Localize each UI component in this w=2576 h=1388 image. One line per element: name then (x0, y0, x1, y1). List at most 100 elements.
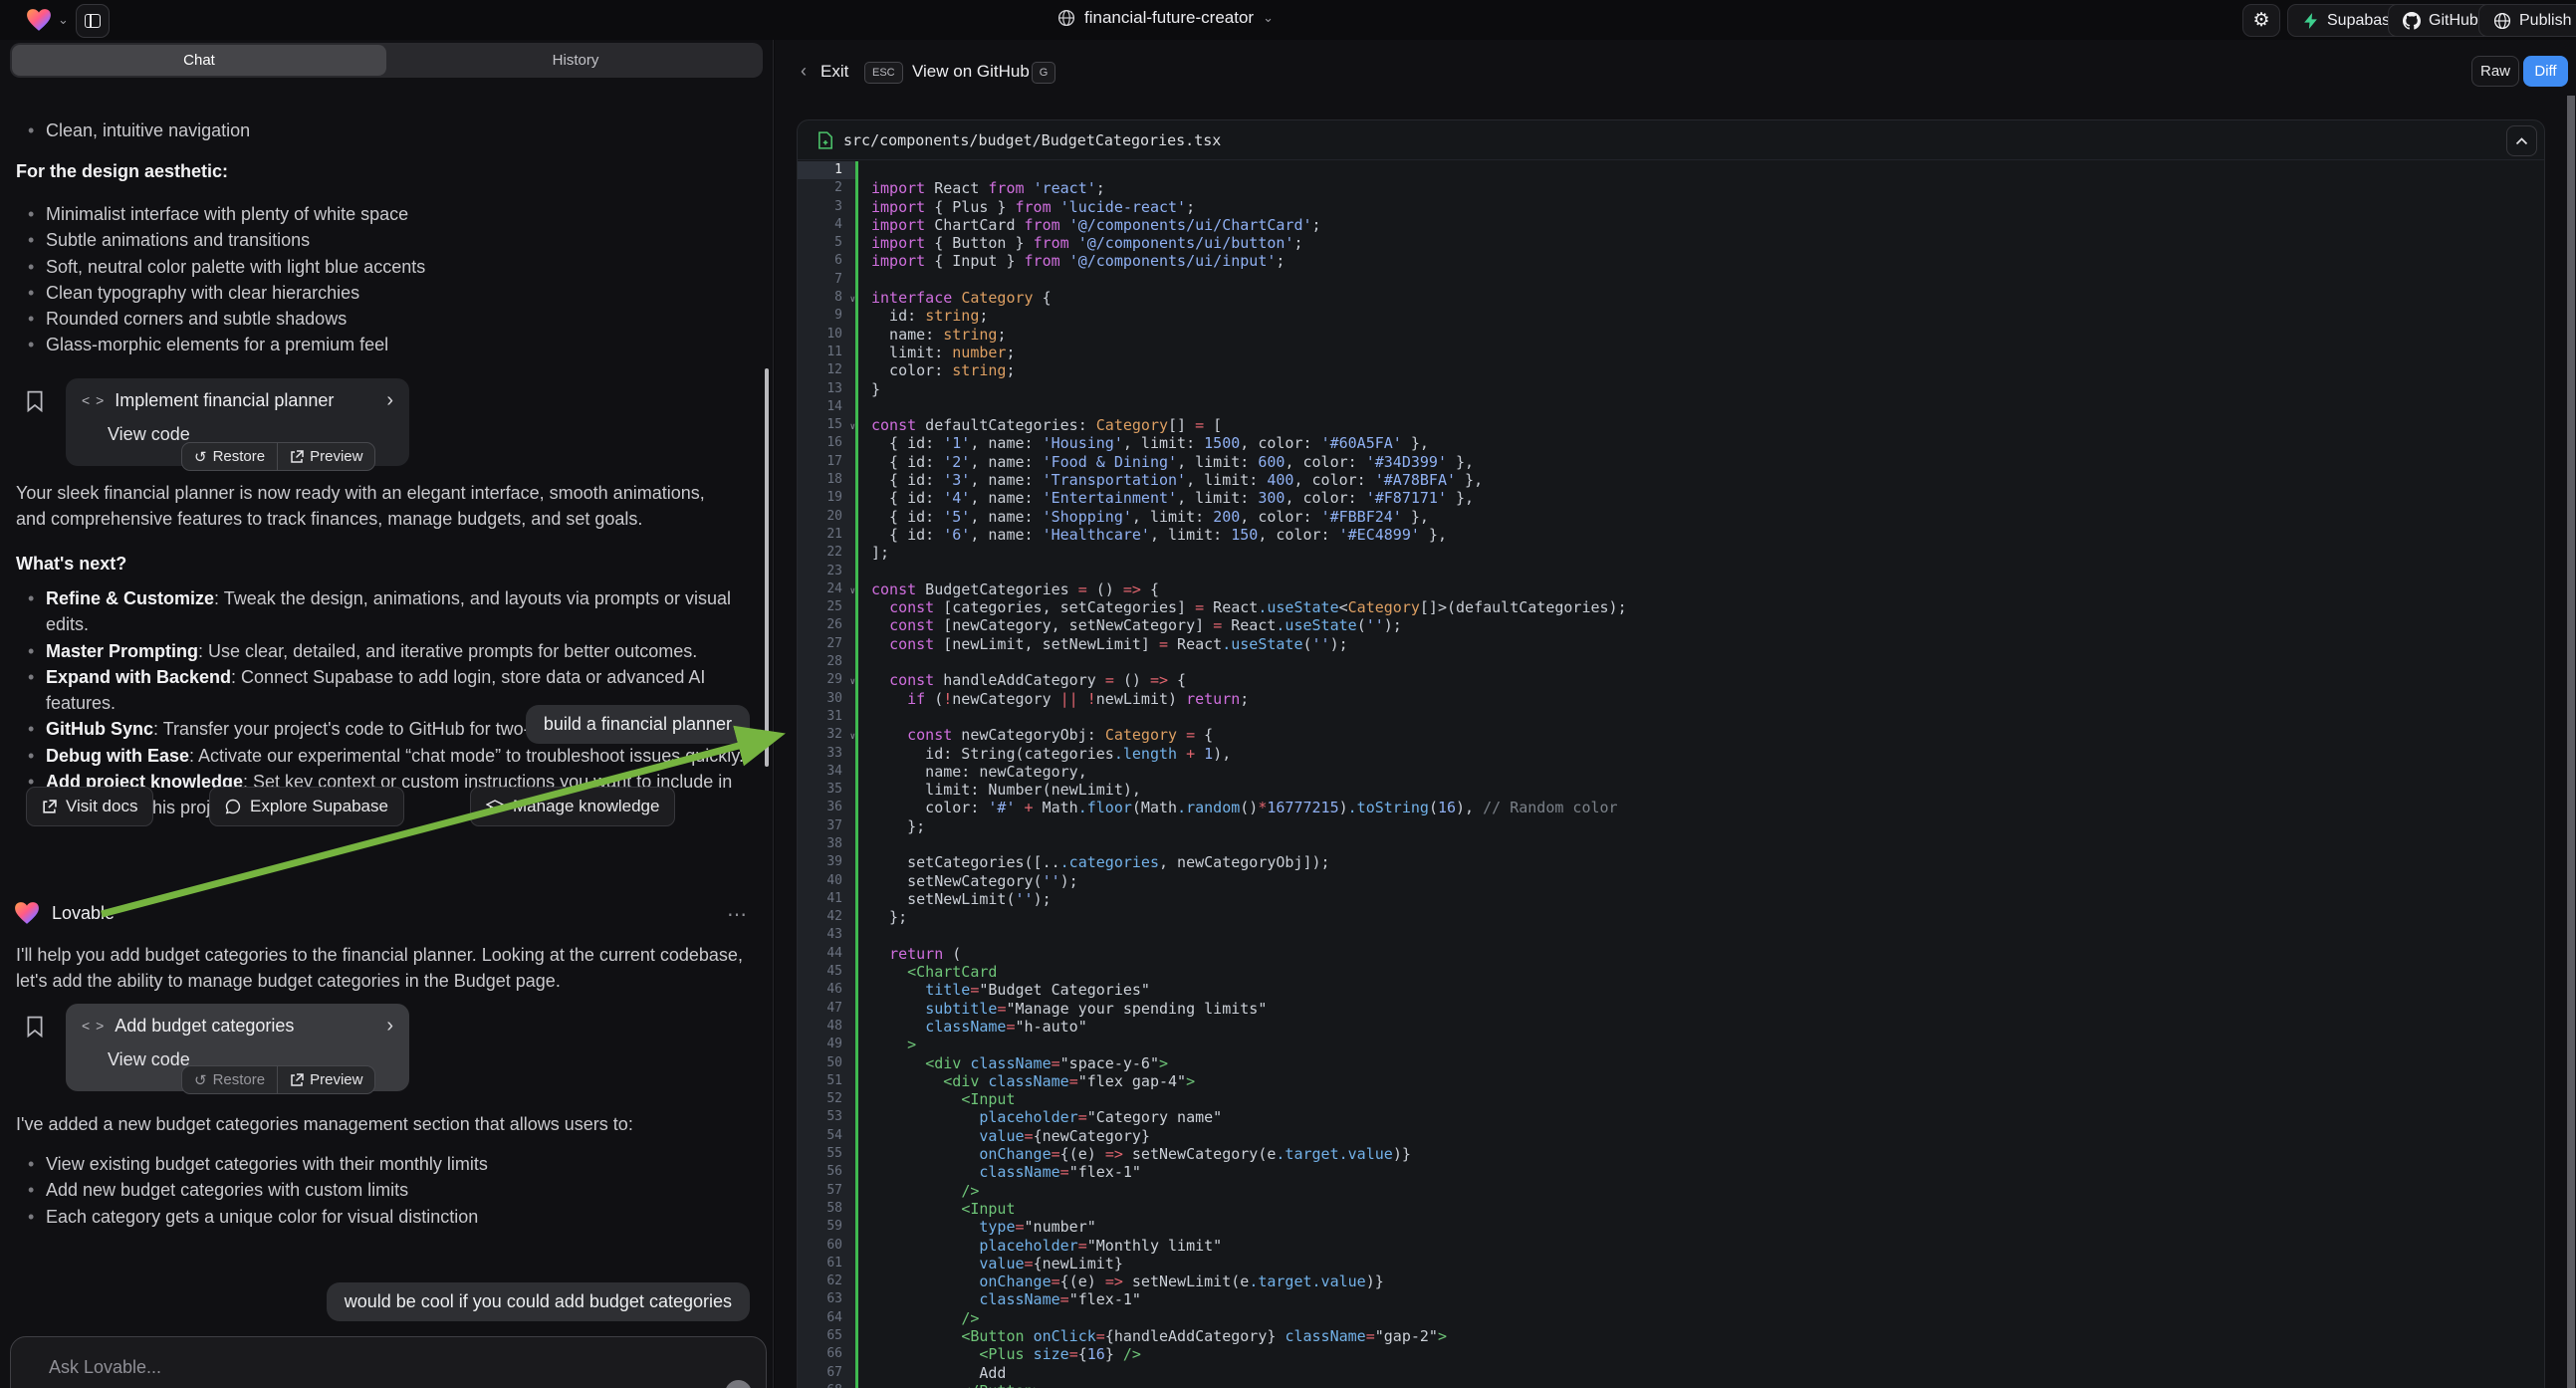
code-scrollbar[interactable] (2567, 96, 2575, 1388)
restore-button[interactable]: ↺ Restore (182, 1066, 277, 1093)
chat-scrollbar[interactable] (765, 368, 769, 767)
line-number[interactable]: 52 (798, 1090, 855, 1108)
manage-knowledge-button[interactable]: Manage knowledge (470, 787, 675, 826)
line-number[interactable]: 19 (798, 489, 855, 507)
send-button[interactable]: ↑ (725, 1380, 752, 1388)
line-number[interactable]: 46 (798, 981, 855, 999)
line-number[interactable]: 18 (798, 471, 855, 489)
line-number[interactable]: 60 (798, 1237, 855, 1255)
line-number[interactable]: 64 (798, 1309, 855, 1327)
line-number[interactable]: 22 (798, 544, 855, 562)
line-number[interactable]: 12 (798, 361, 855, 379)
line-number[interactable]: 4 (798, 216, 855, 234)
code-text (858, 926, 871, 944)
line-number[interactable]: 30 (798, 690, 855, 708)
line-number[interactable]: 61 (798, 1255, 855, 1272)
collapse-file-button[interactable] (2506, 125, 2537, 156)
line-number[interactable]: 56 (798, 1163, 855, 1181)
preview-button[interactable]: Preview (277, 1066, 374, 1093)
line-number[interactable]: 20 (798, 508, 855, 526)
line-number[interactable]: 37 (798, 817, 855, 835)
line-number[interactable]: 17 (798, 453, 855, 471)
line-number[interactable]: 24∨ (798, 580, 855, 598)
line-number[interactable]: 27 (798, 635, 855, 653)
line-number[interactable]: 10 (798, 326, 855, 344)
line-number[interactable]: 6 (798, 252, 855, 270)
line-number[interactable]: 26 (798, 616, 855, 634)
line-number[interactable]: 3 (798, 198, 855, 216)
settings-button[interactable]: ⚙ (2242, 4, 2280, 37)
prompt-input-box[interactable]: Ask Lovable... Attach Edit (10, 1336, 767, 1388)
line-number[interactable]: 55 (798, 1145, 855, 1163)
line-number[interactable]: 43 (798, 926, 855, 944)
line-number[interactable]: 11 (798, 344, 855, 361)
line-number[interactable]: 36 (798, 799, 855, 816)
line-number[interactable]: 23 (798, 563, 855, 580)
line-number[interactable]: 34 (798, 763, 855, 781)
line-number[interactable]: 50 (798, 1054, 855, 1072)
toggle-sidebar-button[interactable] (76, 4, 110, 38)
line-number[interactable]: 16 (798, 434, 855, 452)
preview-button[interactable]: Preview (277, 443, 374, 470)
line-number[interactable]: 45 (798, 963, 855, 981)
view-on-github-button[interactable]: View on GitHub (912, 62, 1030, 82)
line-number[interactable]: 63 (798, 1290, 855, 1308)
lovable-logo-menu[interactable]: ⌄ (26, 8, 69, 32)
back-chevron-icon[interactable]: ‹ (801, 61, 807, 82)
bookmark-icon[interactable] (26, 390, 44, 412)
line-number[interactable]: 67 (798, 1364, 855, 1382)
bookmark-icon[interactable] (26, 1016, 44, 1038)
line-number[interactable]: 66 (798, 1345, 855, 1363)
line-number[interactable]: 62 (798, 1272, 855, 1290)
tab-history[interactable]: History (388, 43, 763, 78)
github-button[interactable]: GitHub (2388, 4, 2493, 37)
line-number[interactable]: 49 (798, 1036, 855, 1053)
visit-docs-button[interactable]: Visit docs (26, 787, 153, 826)
code-editor[interactable]: 12import React from 'react';3import { Pl… (798, 161, 2544, 1388)
line-number[interactable]: 59 (798, 1218, 855, 1236)
publish-button[interactable]: Publish (2478, 4, 2576, 37)
message-menu-button[interactable]: ⋯ (727, 902, 749, 927)
line-number[interactable]: 8∨ (798, 289, 855, 307)
line-number[interactable]: 68 (798, 1382, 855, 1388)
raw-toggle-button[interactable]: Raw (2471, 56, 2519, 87)
line-number[interactable]: 21 (798, 526, 855, 544)
line-number[interactable]: 13 (798, 380, 855, 398)
line-number[interactable]: 15∨ (798, 416, 855, 434)
line-number[interactable]: 44 (798, 945, 855, 963)
tab-chat[interactable]: Chat (12, 45, 386, 76)
line-number[interactable]: 39 (798, 853, 855, 871)
line-number[interactable]: 33 (798, 745, 855, 763)
explore-supabase-button[interactable]: Explore Supabase (209, 787, 404, 826)
line-number[interactable]: 65 (798, 1327, 855, 1345)
line-number[interactable]: 28 (798, 653, 855, 671)
line-number[interactable]: 40 (798, 872, 855, 890)
restore-button[interactable]: ↺ Restore (182, 443, 277, 470)
line-number[interactable]: 14 (798, 398, 855, 416)
line-number[interactable]: 25 (798, 598, 855, 616)
line-number[interactable]: 32∨ (798, 726, 855, 744)
line-number[interactable]: 5 (798, 234, 855, 252)
line-number[interactable]: 58 (798, 1200, 855, 1218)
line-number[interactable]: 35 (798, 781, 855, 799)
line-number[interactable]: 38 (798, 835, 855, 853)
line-number[interactable]: 7 (798, 271, 855, 289)
line-number[interactable]: 48 (798, 1018, 855, 1036)
line-number[interactable]: 41 (798, 890, 855, 908)
line-number[interactable]: 9 (798, 307, 855, 325)
line-number[interactable]: 42 (798, 908, 855, 926)
line-number[interactable]: 57 (798, 1182, 855, 1200)
exit-button[interactable]: Exit (820, 62, 848, 82)
line-number[interactable]: 1 (798, 161, 855, 179)
line-number[interactable]: 53 (798, 1108, 855, 1126)
line-number[interactable]: 51 (798, 1072, 855, 1090)
file-card-header[interactable]: src/components/budget/BudgetCategories.t… (798, 120, 2544, 160)
line-number[interactable]: 54 (798, 1127, 855, 1145)
diff-toggle-button[interactable]: Diff (2523, 56, 2568, 87)
line-number[interactable]: 31 (798, 708, 855, 726)
line-number[interactable]: 29∨ (798, 671, 855, 689)
line-number[interactable]: 2 (798, 179, 855, 197)
code-text: const [newCategory, setNewCategory] = Re… (858, 616, 1402, 634)
project-switcher[interactable]: financial-future-creator ⌄ (1057, 8, 1274, 28)
line-number[interactable]: 47 (798, 1000, 855, 1018)
